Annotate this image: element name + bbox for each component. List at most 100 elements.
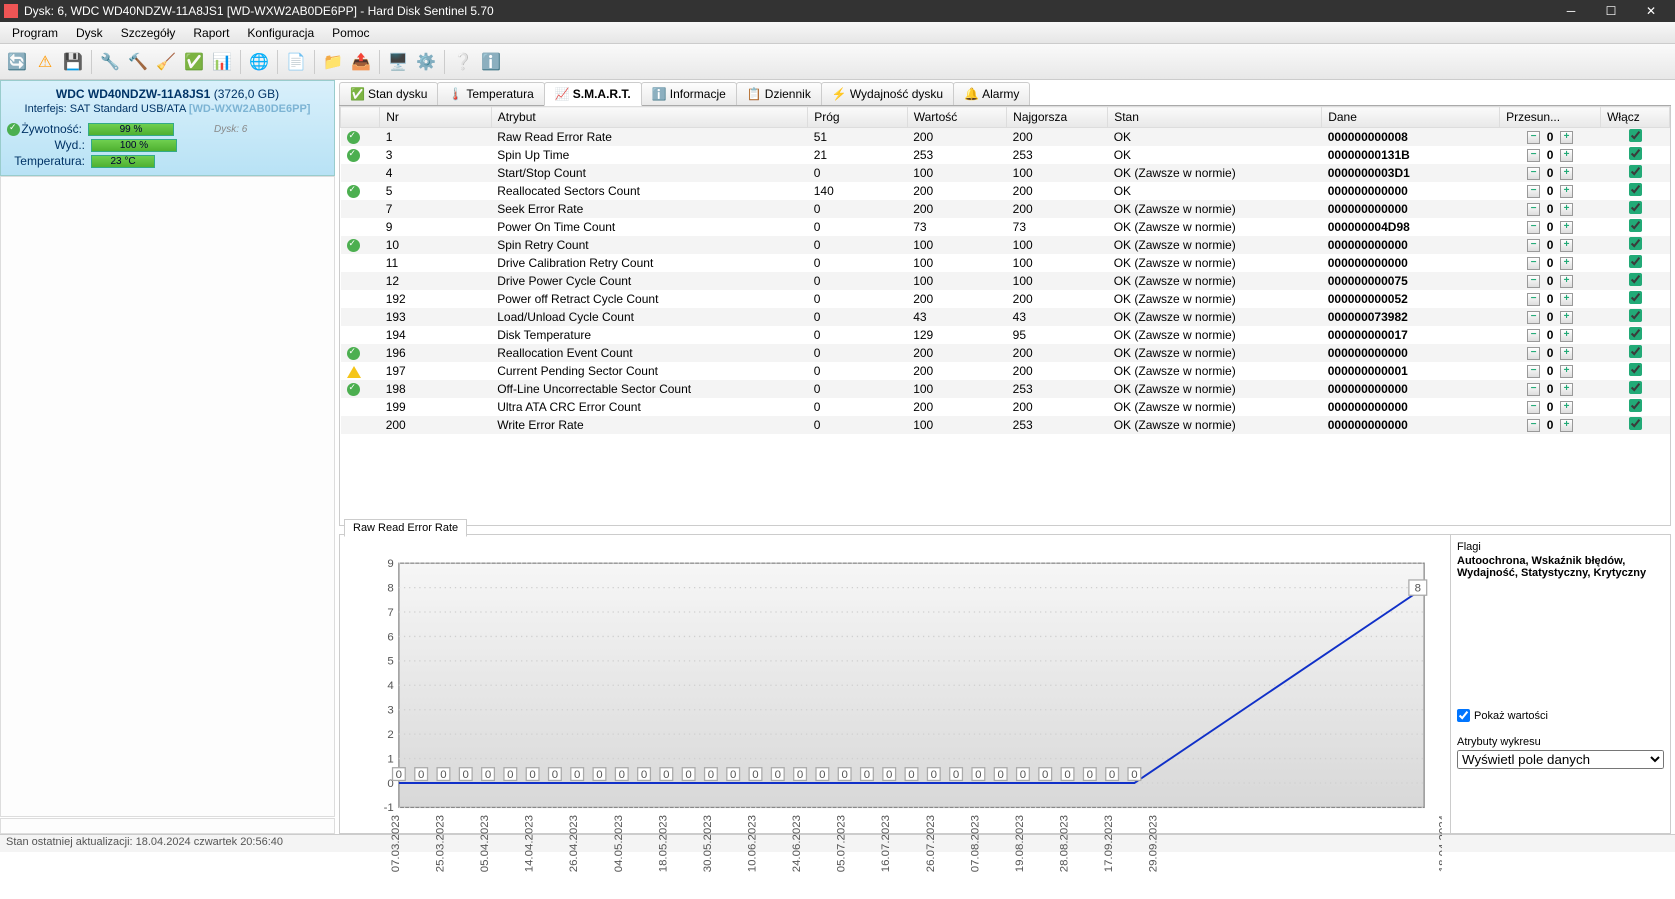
minus-button[interactable]: − [1527, 383, 1540, 396]
plus-button[interactable]: + [1560, 293, 1573, 306]
table-row[interactable]: 192Power off Retract Cycle Count0200200O… [341, 290, 1670, 308]
plus-button[interactable]: + [1560, 239, 1573, 252]
folder-icon[interactable]: 📁 [320, 49, 346, 75]
chart-svg[interactable]: -1012345678907.03.202325.03.202305.04.20… [348, 553, 1442, 896]
minus-button[interactable]: − [1527, 311, 1540, 324]
globe-icon[interactable]: 🌐 [246, 49, 272, 75]
menu-item[interactable]: Konfiguracja [239, 24, 322, 42]
table-row[interactable]: 11Drive Calibration Retry Count0100100OK… [341, 254, 1670, 272]
chart-tab[interactable]: Raw Read Error Rate [344, 519, 467, 537]
offset-control[interactable]: −0+ [1506, 418, 1595, 432]
offset-control[interactable]: −0+ [1506, 130, 1595, 144]
minus-button[interactable]: − [1527, 131, 1540, 144]
table-row[interactable]: 194Disk Temperature012995OK (Zawsze w no… [341, 326, 1670, 344]
tab-alarm[interactable]: 🔔Alarmy [953, 82, 1030, 105]
table-row[interactable]: 198Off-Line Uncorrectable Sector Count01… [341, 380, 1670, 398]
plus-button[interactable]: + [1560, 203, 1573, 216]
tool3-icon[interactable]: 🧹 [153, 49, 179, 75]
export-icon[interactable]: 📤 [348, 49, 374, 75]
offset-control[interactable]: −0+ [1506, 346, 1595, 360]
enable-checkbox[interactable] [1629, 165, 1642, 178]
plus-button[interactable]: + [1560, 383, 1573, 396]
plus-button[interactable]: + [1560, 185, 1573, 198]
minus-button[interactable]: − [1527, 419, 1540, 432]
table-row[interactable]: 7Seek Error Rate0200200OK (Zawsze w norm… [341, 200, 1670, 218]
tab-status[interactable]: ✅Stan dysku [339, 82, 438, 105]
minus-button[interactable]: − [1527, 293, 1540, 306]
minus-button[interactable]: − [1527, 401, 1540, 414]
info-icon[interactable]: ℹ️ [478, 49, 504, 75]
col-status[interactable]: Stan [1108, 107, 1322, 128]
tab-temp[interactable]: 🌡️Temperatura [437, 82, 544, 105]
minus-button[interactable]: − [1527, 347, 1540, 360]
minimize-button[interactable]: ─ [1551, 0, 1591, 22]
gear-icon[interactable]: ⚙️ [413, 49, 439, 75]
enable-checkbox[interactable] [1629, 417, 1642, 430]
enable-checkbox[interactable] [1629, 345, 1642, 358]
minus-button[interactable]: − [1527, 167, 1540, 180]
enable-checkbox[interactable] [1629, 219, 1642, 232]
table-row[interactable]: 199Ultra ATA CRC Error Count0200200OK (Z… [341, 398, 1670, 416]
disk-list[interactable] [0, 176, 335, 817]
offset-control[interactable]: −0+ [1506, 328, 1595, 342]
minus-button[interactable]: − [1527, 221, 1540, 234]
disk-icon[interactable]: 💾 [60, 49, 86, 75]
offset-control[interactable]: −0+ [1506, 274, 1595, 288]
plus-button[interactable]: + [1560, 401, 1573, 414]
plus-button[interactable]: + [1560, 149, 1573, 162]
enable-checkbox[interactable] [1629, 381, 1642, 394]
show-values-checkbox[interactable]: Pokaż wartości [1457, 709, 1664, 722]
offset-control[interactable]: −0+ [1506, 310, 1595, 324]
help-icon[interactable]: ❔ [450, 49, 476, 75]
tab-log[interactable]: 📋Dziennik [736, 82, 822, 105]
plus-button[interactable]: + [1560, 329, 1573, 342]
enable-checkbox[interactable] [1629, 327, 1642, 340]
enable-checkbox[interactable] [1629, 363, 1642, 376]
enable-checkbox[interactable] [1629, 273, 1642, 286]
table-row[interactable]: 197Current Pending Sector Count0200200OK… [341, 362, 1670, 380]
chart-attr-select[interactable]: Wyświetl pole danych [1457, 750, 1664, 769]
tab-smart[interactable]: 📈S.M.A.R.T. [544, 82, 642, 106]
col-icon[interactable] [341, 107, 380, 128]
table-row[interactable]: 1Raw Read Error Rate51200200OK0000000000… [341, 128, 1670, 147]
offset-control[interactable]: −0+ [1506, 256, 1595, 270]
tool2-icon[interactable]: 🔨 [125, 49, 151, 75]
table-row[interactable]: 193Load/Unload Cycle Count04343OK (Zawsz… [341, 308, 1670, 326]
minus-button[interactable]: − [1527, 239, 1540, 252]
offset-control[interactable]: −0+ [1506, 148, 1595, 162]
offset-control[interactable]: −0+ [1506, 202, 1595, 216]
enable-checkbox[interactable] [1629, 183, 1642, 196]
menu-item[interactable]: Program [4, 24, 66, 42]
plus-button[interactable]: + [1560, 347, 1573, 360]
table-row[interactable]: 10Spin Retry Count0100100OK (Zawsze w no… [341, 236, 1670, 254]
minus-button[interactable]: − [1527, 203, 1540, 216]
offset-control[interactable]: −0+ [1506, 184, 1595, 198]
show-values-input[interactable] [1457, 709, 1470, 722]
minus-button[interactable]: − [1527, 275, 1540, 288]
offset-control[interactable]: −0+ [1506, 220, 1595, 234]
offset-control[interactable]: −0+ [1506, 364, 1595, 378]
enable-checkbox[interactable] [1629, 399, 1642, 412]
plus-button[interactable]: + [1560, 257, 1573, 270]
menu-item[interactable]: Dysk [68, 24, 111, 42]
plus-button[interactable]: + [1560, 275, 1573, 288]
offset-control[interactable]: −0+ [1506, 238, 1595, 252]
col-val[interactable]: Wartość [907, 107, 1006, 128]
enable-checkbox[interactable] [1629, 129, 1642, 142]
maximize-button[interactable]: ☐ [1591, 0, 1631, 22]
offset-control[interactable]: −0+ [1506, 382, 1595, 396]
enable-checkbox[interactable] [1629, 309, 1642, 322]
plus-button[interactable]: + [1560, 167, 1573, 180]
enable-checkbox[interactable] [1629, 237, 1642, 250]
table-row[interactable]: 5Reallocated Sectors Count140200200OK000… [341, 182, 1670, 200]
plus-button[interactable]: + [1560, 311, 1573, 324]
col-data[interactable]: Dane [1322, 107, 1500, 128]
tool4-icon[interactable]: 📊 [209, 49, 235, 75]
offset-control[interactable]: −0+ [1506, 166, 1595, 180]
col-nr[interactable]: Nr [380, 107, 492, 128]
enable-checkbox[interactable] [1629, 255, 1642, 268]
offset-control[interactable]: −0+ [1506, 292, 1595, 306]
enable-checkbox[interactable] [1629, 291, 1642, 304]
disk-panel[interactable]: WDC WD40NDZW-11A8JS1 (3726,0 GB) Interfe… [0, 80, 335, 176]
col-off[interactable]: Przesun... [1500, 107, 1601, 128]
